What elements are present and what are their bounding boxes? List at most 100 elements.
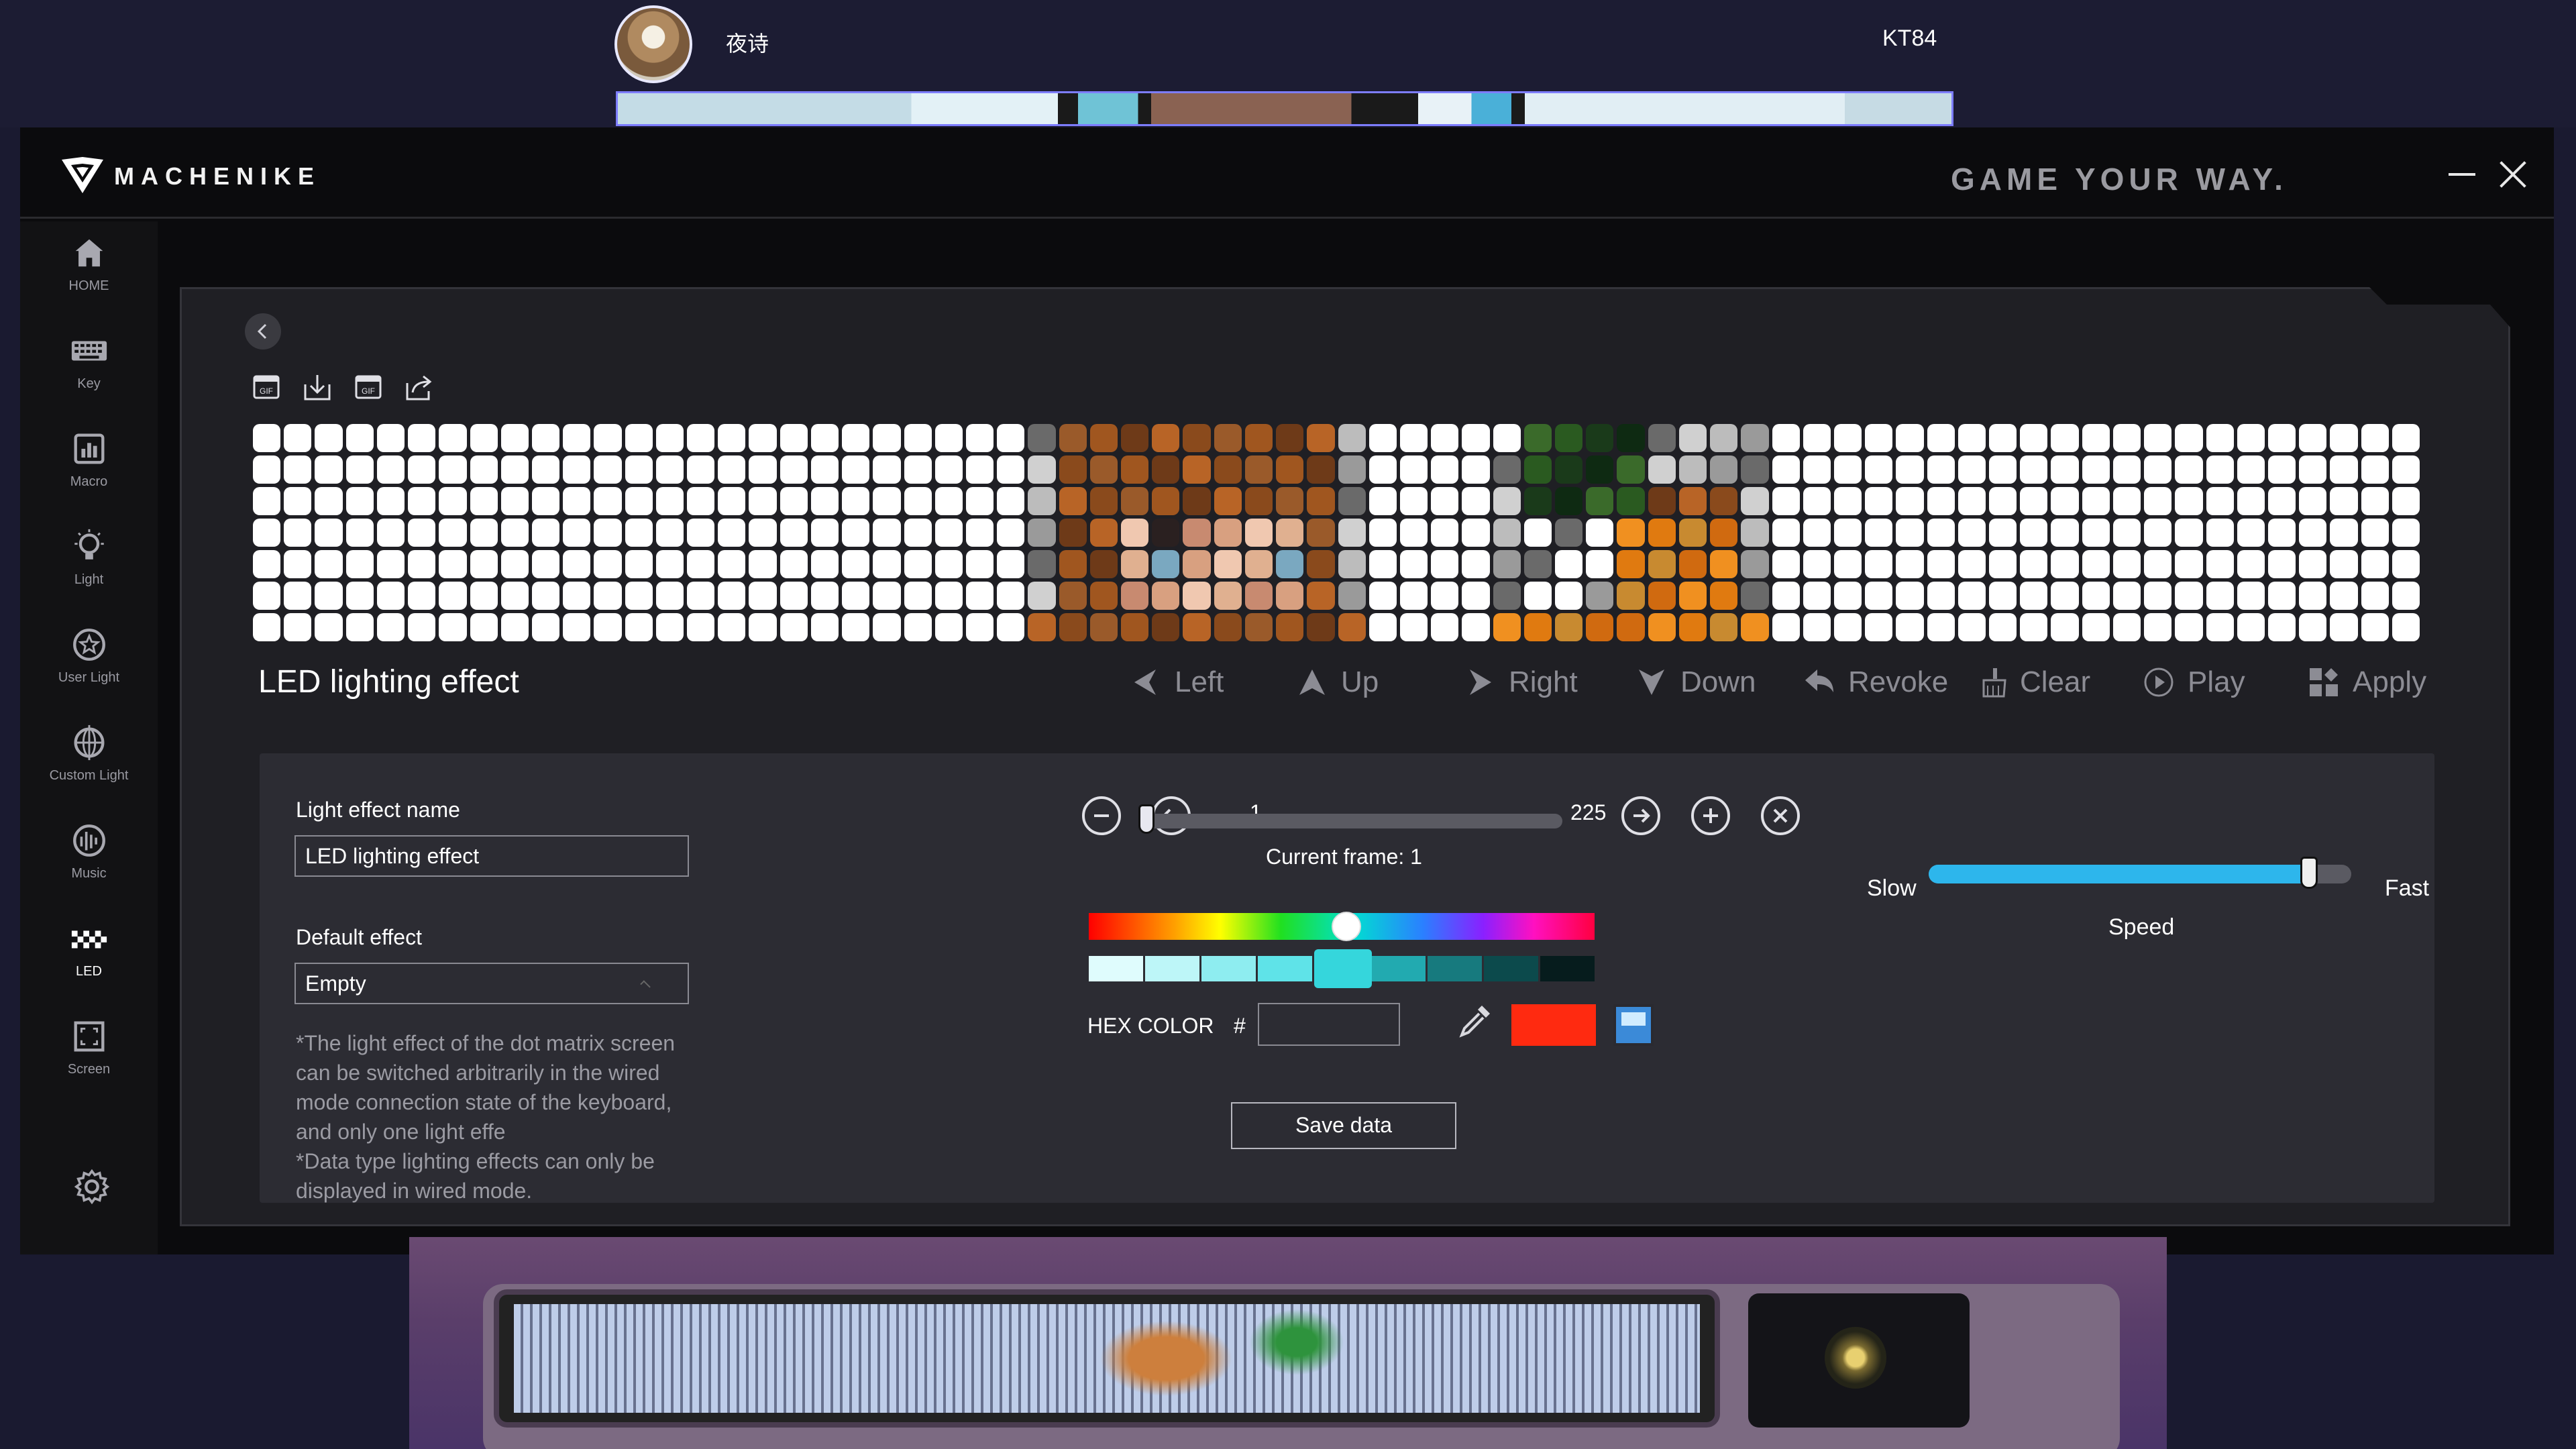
led-dot[interactable] xyxy=(1307,613,1335,641)
led-dot[interactable] xyxy=(749,582,777,610)
led-dot[interactable] xyxy=(1678,487,1707,515)
led-dot[interactable] xyxy=(1896,613,1924,641)
led-dot[interactable] xyxy=(2144,424,2172,452)
led-dot[interactable] xyxy=(2361,519,2389,547)
led-dot[interactable] xyxy=(2051,424,2079,452)
led-dot[interactable] xyxy=(1833,455,1862,484)
led-dot[interactable] xyxy=(1431,487,1459,515)
led-dot[interactable] xyxy=(904,487,932,515)
led-dot[interactable] xyxy=(1833,550,1862,578)
led-dot[interactable] xyxy=(904,550,932,578)
led-dot[interactable] xyxy=(780,582,808,610)
led-dot[interactable] xyxy=(1368,424,1397,452)
led-dot[interactable] xyxy=(1523,582,1552,610)
led-dot[interactable] xyxy=(1710,550,1738,578)
led-dot[interactable] xyxy=(2082,582,2110,610)
led-dot[interactable] xyxy=(2267,550,2296,578)
led-dot[interactable] xyxy=(408,519,436,547)
led-dot[interactable] xyxy=(253,550,281,578)
clear-button[interactable]: Clear xyxy=(1974,662,2090,702)
led-dot[interactable] xyxy=(687,582,715,610)
led-dot[interactable] xyxy=(997,582,1025,610)
led-dot[interactable] xyxy=(1059,424,1087,452)
led-dot[interactable] xyxy=(439,487,467,515)
revoke-button[interactable]: Revoke xyxy=(1803,662,1948,702)
led-dot[interactable] xyxy=(1989,424,2017,452)
led-dot[interactable] xyxy=(1772,613,1800,641)
led-dot[interactable] xyxy=(1183,455,1211,484)
sidebar-item-home[interactable]: HOME xyxy=(20,228,158,315)
led-dot[interactable] xyxy=(2361,487,2389,515)
led-dot[interactable] xyxy=(655,455,684,484)
led-dot[interactable] xyxy=(1059,582,1087,610)
led-dot[interactable] xyxy=(1399,613,1428,641)
frame-slider-thumb[interactable] xyxy=(1138,804,1155,834)
led-dot[interactable] xyxy=(1957,582,1986,610)
led-dot[interactable] xyxy=(2112,550,2141,578)
led-dot[interactable] xyxy=(1152,455,1180,484)
led-dot[interactable] xyxy=(2392,613,2420,641)
led-dot[interactable] xyxy=(2144,582,2172,610)
led-dot[interactable] xyxy=(625,613,653,641)
play-button[interactable]: Play xyxy=(2142,662,2245,702)
led-dot[interactable] xyxy=(1307,487,1335,515)
led-dot[interactable] xyxy=(345,487,374,515)
shade-swatch[interactable] xyxy=(1427,956,1482,981)
led-dot[interactable] xyxy=(1586,582,1614,610)
led-dot[interactable] xyxy=(470,613,498,641)
led-dot[interactable] xyxy=(594,550,622,578)
led-dot[interactable] xyxy=(2361,550,2389,578)
sidebar-item-led[interactable]: LED xyxy=(20,914,158,1001)
led-dot[interactable] xyxy=(625,487,653,515)
led-dot[interactable] xyxy=(2237,424,2265,452)
led-dot[interactable] xyxy=(810,582,839,610)
led-dot[interactable] xyxy=(1493,582,1521,610)
led-dot[interactable] xyxy=(1833,582,1862,610)
led-dot[interactable] xyxy=(1462,455,1490,484)
led-dot[interactable] xyxy=(2299,455,2327,484)
led-dot[interactable] xyxy=(1244,519,1273,547)
led-dot[interactable] xyxy=(345,550,374,578)
led-dot[interactable] xyxy=(965,582,994,610)
led-dot[interactable] xyxy=(1865,424,1893,452)
led-dot[interactable] xyxy=(284,487,312,515)
led-dot[interactable] xyxy=(1183,613,1211,641)
led-dot[interactable] xyxy=(2267,424,2296,452)
shift-left-button[interactable]: Left xyxy=(1129,662,1224,702)
led-dot[interactable] xyxy=(873,487,901,515)
led-dot[interactable] xyxy=(780,613,808,641)
led-dot[interactable] xyxy=(315,455,343,484)
led-dot[interactable] xyxy=(718,424,746,452)
led-dot[interactable] xyxy=(1338,424,1366,452)
selected-shade[interactable] xyxy=(1314,949,1372,988)
led-dot[interactable] xyxy=(284,550,312,578)
led-dot[interactable] xyxy=(2020,487,2048,515)
gear-icon[interactable] xyxy=(72,1167,111,1206)
apply-button[interactable]: Apply xyxy=(2307,662,2426,702)
led-dot[interactable] xyxy=(594,582,622,610)
led-dot[interactable] xyxy=(2330,519,2358,547)
led-dot[interactable] xyxy=(1028,582,1056,610)
led-dot[interactable] xyxy=(2330,455,2358,484)
led-dot[interactable] xyxy=(780,424,808,452)
led-dot[interactable] xyxy=(1152,424,1180,452)
led-dot[interactable] xyxy=(1462,582,1490,610)
led-dot[interactable] xyxy=(1617,550,1645,578)
led-dot[interactable] xyxy=(2020,455,2048,484)
led-dot[interactable] xyxy=(1244,455,1273,484)
led-dot[interactable] xyxy=(1648,455,1676,484)
led-dot[interactable] xyxy=(1214,582,1242,610)
led-dot[interactable] xyxy=(2206,519,2234,547)
remove-frame-button[interactable] xyxy=(1082,796,1121,835)
led-dot[interactable] xyxy=(1028,424,1056,452)
sidebar-item-music[interactable]: Music xyxy=(20,816,158,903)
led-dot[interactable] xyxy=(625,519,653,547)
led-dot[interactable] xyxy=(1523,424,1552,452)
led-dot[interactable] xyxy=(873,550,901,578)
led-dot[interactable] xyxy=(2361,582,2389,610)
led-dot[interactable] xyxy=(1152,487,1180,515)
led-dot[interactable] xyxy=(1276,519,1304,547)
led-dot[interactable] xyxy=(1214,487,1242,515)
led-dot[interactable] xyxy=(1772,455,1800,484)
led-dot[interactable] xyxy=(2175,455,2203,484)
